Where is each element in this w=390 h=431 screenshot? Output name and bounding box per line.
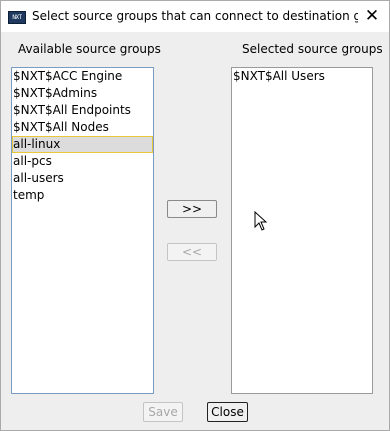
title-bar: NXT Select source groups that can connec… — [1, 1, 389, 32]
app-icon: NXT — [8, 11, 26, 24]
window-title: Select source groups that can connect to… — [32, 9, 358, 23]
selected-groups-label: Selected source groups — [242, 42, 383, 56]
save-button[interactable]: Save — [143, 402, 183, 422]
list-item[interactable]: $NXT$Admins — [12, 85, 153, 102]
available-groups-list[interactable]: $NXT$ACC Engine $NXT$Admins $NXT$All End… — [11, 67, 154, 394]
list-item[interactable]: all-pcs — [12, 153, 153, 170]
list-item[interactable]: $NXT$All Nodes — [12, 119, 153, 136]
list-item[interactable]: temp — [12, 187, 153, 204]
close-button[interactable]: Close — [207, 402, 248, 422]
close-icon[interactable]: ✕ — [359, 5, 385, 27]
dialog-window: NXT Select source groups that can connec… — [0, 0, 390, 431]
list-item[interactable]: $NXT$ACC Engine — [12, 68, 153, 85]
available-groups-label: Available source groups — [18, 42, 161, 56]
list-item[interactable]: all-users — [12, 170, 153, 187]
selected-groups-list[interactable]: $NXT$All Users — [231, 67, 373, 394]
remove-button[interactable]: << — [167, 243, 217, 261]
list-item[interactable]: $NXT$All Endpoints — [12, 102, 153, 119]
mouse-pointer-icon — [254, 211, 268, 231]
add-button[interactable]: >> — [167, 200, 217, 218]
list-item-selected[interactable]: all-linux — [12, 136, 153, 153]
list-item[interactable]: $NXT$All Users — [232, 68, 372, 85]
